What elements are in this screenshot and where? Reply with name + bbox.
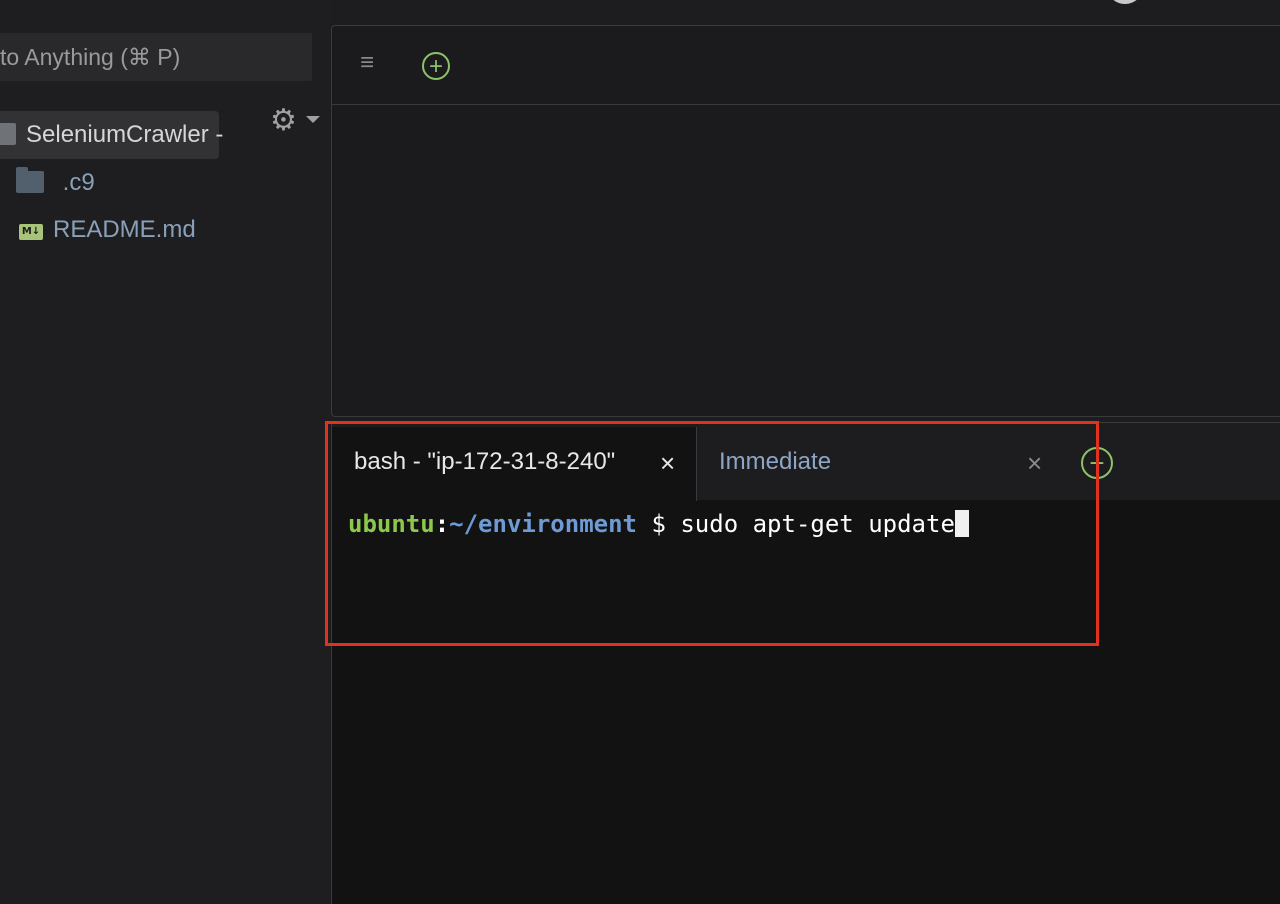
tab-label: Immediate [719, 448, 832, 475]
markdown-file-icon: M↓ [19, 224, 43, 240]
prompt-user: ubuntu [348, 510, 435, 538]
tree-root-item[interactable]: SeleniumCrawler - [0, 111, 223, 159]
folder-icon [0, 123, 16, 145]
text-cursor [954, 510, 969, 537]
folder-icon [16, 167, 44, 193]
prompt-symbol: $ [637, 510, 681, 538]
terminal-tab-bar: bash - "ip-172-31-8-240" × Immediate × + [332, 422, 1280, 501]
tree-item-c9[interactable]: .c9 [16, 163, 95, 203]
tree-item-readme[interactable]: M↓ README.md [19, 210, 196, 250]
chevron-down-icon [306, 116, 320, 123]
tree-item-label: .c9 [62, 169, 95, 196]
gear-icon: ⚙ [270, 104, 297, 137]
tab-label: bash - "ip-172-31-8-240" [354, 448, 616, 475]
terminal-command: sudo apt-get update [680, 510, 955, 538]
avatar[interactable] [1108, 0, 1142, 4]
tab-immediate[interactable]: Immediate × [697, 427, 1057, 499]
close-icon[interactable]: × [1027, 427, 1042, 499]
editor-pane: ≡ + [331, 25, 1280, 417]
add-terminal-tab-button[interactable]: + [1081, 447, 1113, 479]
prompt-colon: : [434, 510, 450, 538]
settings-gear-button[interactable]: ⚙ [270, 104, 324, 138]
terminal-command-line[interactable]: ubuntu:~/environment $ sudo apt-get upda… [348, 508, 969, 540]
prompt-path: ~/environment [449, 510, 637, 538]
terminal-panel: bash - "ip-172-31-8-240" × Immediate × +… [331, 422, 1280, 904]
tree-root-label: SeleniumCrawler - [26, 121, 224, 148]
ide-window: to Anything (⌘ P) ⚙ SeleniumCrawler - .c… [0, 0, 1280, 904]
tree-item-label: README.md [53, 216, 196, 243]
add-editor-tab-button[interactable]: + [422, 52, 450, 80]
file-sidebar: to Anything (⌘ P) ⚙ SeleniumCrawler - .c… [0, 0, 330, 904]
close-icon[interactable]: × [660, 427, 675, 499]
menu-icon[interactable]: ≡ [360, 51, 382, 75]
editor-toolbar: ≡ + [332, 26, 1280, 105]
tab-bash[interactable]: bash - "ip-172-31-8-240" × [332, 427, 697, 501]
goto-anything-input[interactable]: to Anything (⌘ P) [0, 33, 312, 81]
